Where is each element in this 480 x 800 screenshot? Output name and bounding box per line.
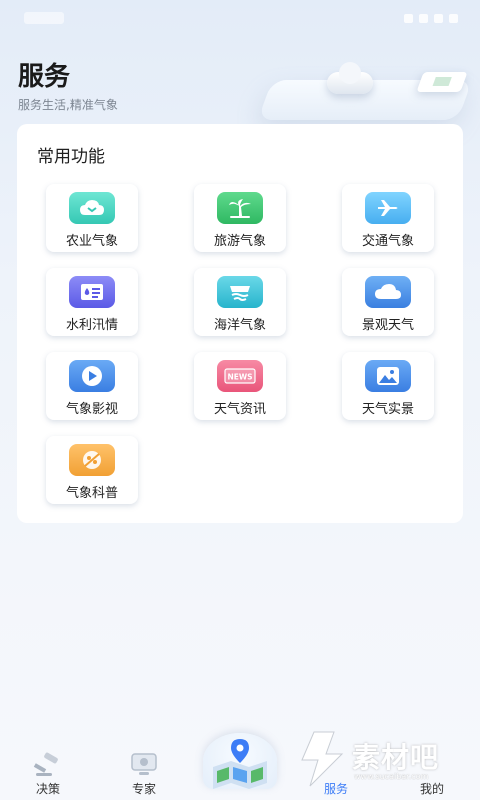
photo-icon bbox=[365, 360, 411, 392]
function-label: 天气实景 bbox=[361, 402, 414, 417]
wifi-icon bbox=[419, 14, 428, 23]
tab-label: 决策 bbox=[35, 782, 60, 796]
news-icon: NEWS bbox=[217, 360, 263, 392]
header-illustration bbox=[255, 58, 480, 128]
function-weather-video[interactable]: 气象影视 bbox=[46, 352, 138, 420]
watermark: 素材吧 www.sucaibar.com bbox=[296, 726, 466, 790]
function-label: 景观天气 bbox=[361, 318, 414, 333]
watermark-url: www.sucaibar.com bbox=[354, 772, 429, 781]
function-tourism[interactable]: 旅游气象 bbox=[194, 184, 286, 252]
expert-monitor-icon bbox=[128, 752, 160, 778]
battery-icon bbox=[449, 14, 458, 23]
function-label: 气象影视 bbox=[65, 402, 118, 417]
gavel-icon bbox=[32, 752, 64, 778]
water-conservancy-icon bbox=[69, 276, 115, 308]
map-location-icon bbox=[213, 739, 267, 789]
function-label: 交通气象 bbox=[361, 234, 414, 249]
watermark-text: 素材吧 bbox=[352, 741, 440, 774]
watermark-logo-icon bbox=[301, 731, 344, 787]
tab-expert[interactable]: 专家 bbox=[104, 738, 184, 800]
video-play-icon bbox=[69, 360, 115, 392]
function-label: 海洋气象 bbox=[213, 318, 266, 333]
tab-decision[interactable]: 决策 bbox=[8, 738, 88, 800]
cloud-icon bbox=[365, 276, 411, 308]
status-bar bbox=[0, 0, 480, 36]
svg-text:NEWS: NEWS bbox=[227, 373, 252, 382]
airplane-icon bbox=[365, 192, 411, 224]
function-label: 农业气象 bbox=[65, 234, 118, 249]
map-location-button[interactable] bbox=[203, 733, 277, 789]
function-water-conservancy[interactable]: 水利汛情 bbox=[46, 268, 138, 336]
status-time bbox=[24, 12, 64, 24]
status-icons bbox=[404, 14, 458, 23]
ocean-waves-icon bbox=[217, 276, 263, 308]
function-weather-live-view[interactable]: 天气实景 bbox=[342, 352, 434, 420]
function-label: 气象科普 bbox=[65, 486, 118, 501]
science-icon bbox=[69, 444, 115, 476]
page-subtitle: 服务生活,精准气象 bbox=[18, 98, 118, 112]
function-ocean[interactable]: 海洋气象 bbox=[194, 268, 286, 336]
function-label: 旅游气象 bbox=[213, 234, 266, 249]
palm-tree-icon bbox=[217, 192, 263, 224]
battery-icon bbox=[434, 14, 443, 23]
function-agriculture[interactable]: 农业气象 bbox=[46, 184, 138, 252]
card-title: 常用功能 bbox=[37, 147, 105, 167]
function-traffic[interactable]: 交通气象 bbox=[342, 184, 434, 252]
function-weather-science[interactable]: 气象科普 bbox=[46, 436, 138, 504]
box-illustration-icon bbox=[416, 72, 468, 92]
cloud-illustration-icon bbox=[327, 62, 373, 94]
page-title: 服务 bbox=[18, 62, 71, 92]
function-label: 天气资讯 bbox=[213, 402, 266, 417]
signal-icon bbox=[404, 14, 413, 23]
function-label: 水利汛情 bbox=[65, 318, 118, 333]
tab-label: 专家 bbox=[131, 782, 156, 796]
agriculture-icon bbox=[69, 192, 115, 224]
function-weather-news[interactable]: NEWS 天气资讯 bbox=[194, 352, 286, 420]
common-functions-card: 常用功能 农业气象 旅游气象 交通气象 水利汛情 海洋气象 景观天气 气象影视 … bbox=[17, 124, 463, 523]
function-landscape-weather[interactable]: 景观天气 bbox=[342, 268, 434, 336]
